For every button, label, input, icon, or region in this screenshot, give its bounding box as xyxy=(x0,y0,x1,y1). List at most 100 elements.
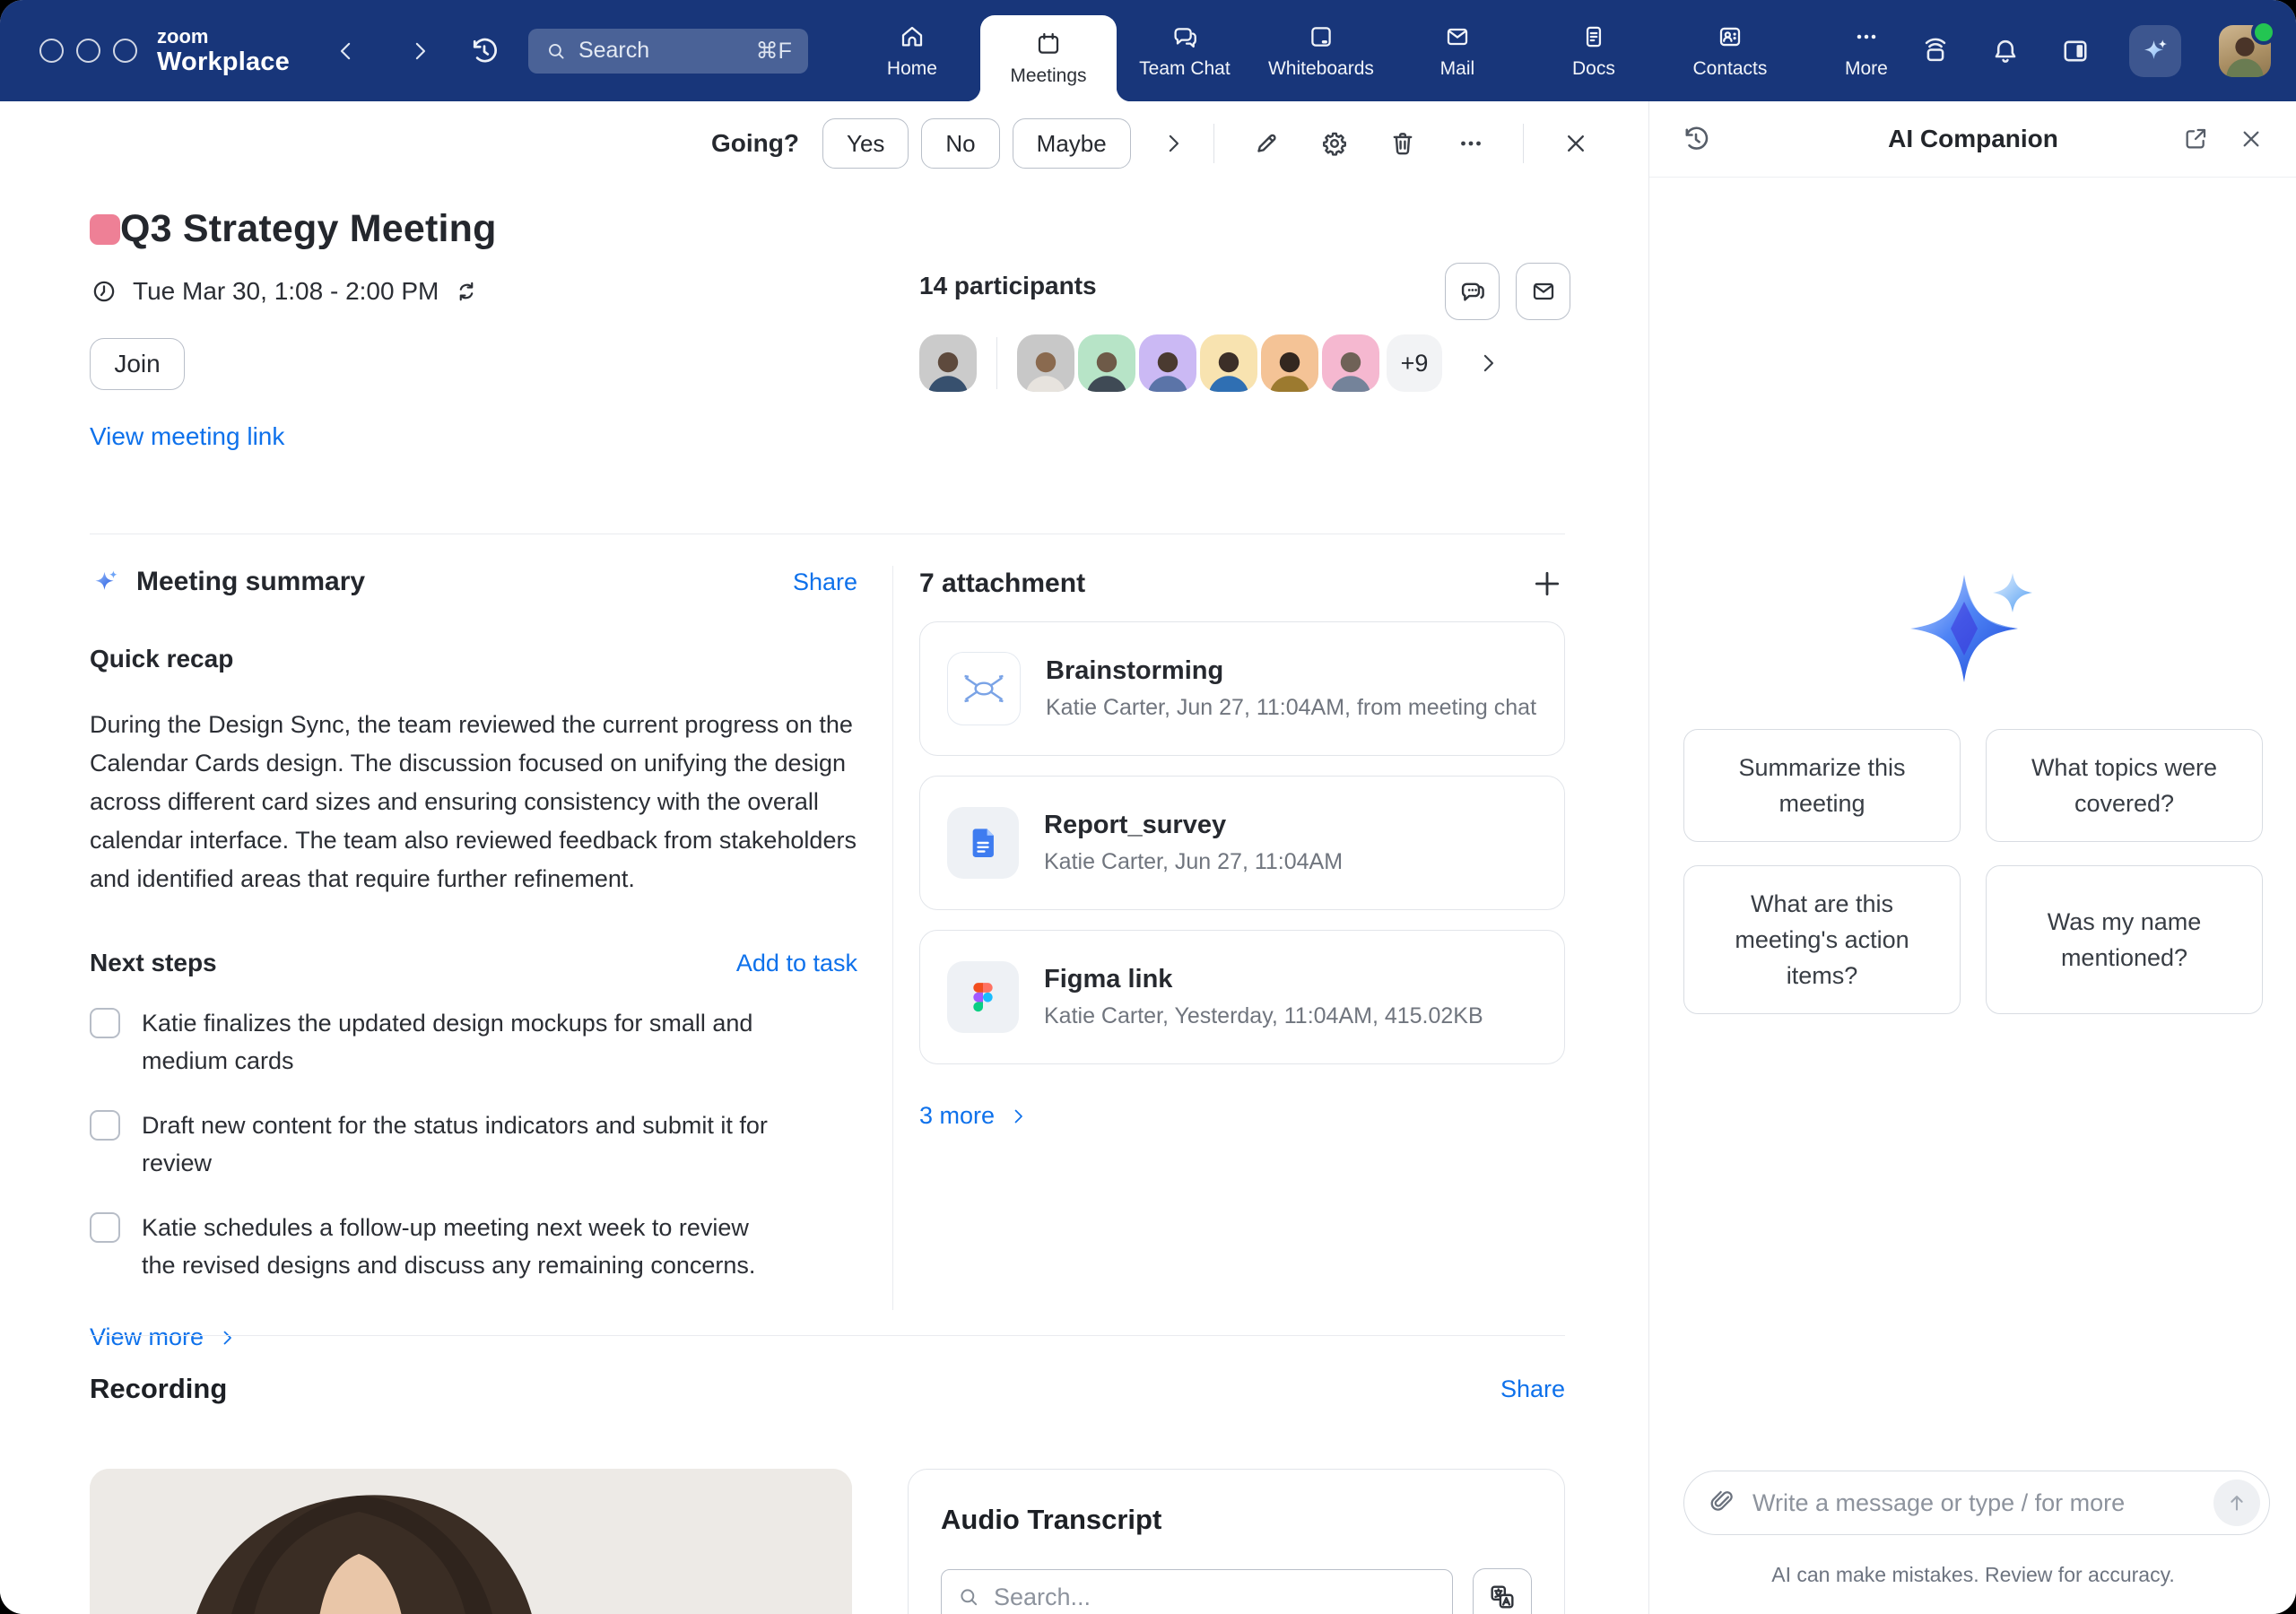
recording-video-thumbnail[interactable] xyxy=(90,1469,852,1614)
window-controls[interactable] xyxy=(39,39,137,63)
window-minimize-button[interactable] xyxy=(76,39,100,63)
connect-to-device-button[interactable] xyxy=(1919,35,1952,67)
window-close-button[interactable] xyxy=(39,39,64,63)
recurring-icon xyxy=(453,278,480,305)
attachment-card[interactable]: Brainstorming Katie Carter, Jun 27, 11:0… xyxy=(919,621,1565,756)
whiteboard-icon xyxy=(1307,22,1335,51)
attachments-title: 7 attachment xyxy=(919,568,1085,599)
attachment-card[interactable]: Report_survey Katie Carter, Jun 27, 11:0… xyxy=(919,776,1565,910)
forward-button[interactable] xyxy=(404,36,435,66)
more-attachments-link[interactable]: 3 more xyxy=(919,1102,1565,1130)
logo-workplace-text: Workplace xyxy=(157,49,290,75)
attachment-meta: Katie Carter, Jun 27, 11:04AM xyxy=(1044,849,1343,875)
more-options-button[interactable] xyxy=(1446,118,1496,169)
join-meeting-button[interactable]: Join xyxy=(90,338,185,390)
tab-meetings-label: Meetings xyxy=(1010,65,1086,87)
participant-avatar[interactable] xyxy=(1261,334,1318,392)
close-icon xyxy=(2237,125,2266,153)
ai-sparkle-icon xyxy=(2139,35,2171,67)
chat-with-participants-button[interactable] xyxy=(1445,263,1500,320)
person-silhouette-icon xyxy=(1200,340,1257,392)
global-search-input[interactable]: Search ⌘F xyxy=(528,29,808,74)
participant-avatar[interactable] xyxy=(1078,334,1135,392)
participants-avatars[interactable]: +9 xyxy=(919,334,1501,392)
notifications-button[interactable] xyxy=(1989,35,2022,67)
share-summary-link[interactable]: Share xyxy=(793,568,857,596)
screen-cast-icon xyxy=(1919,35,1952,67)
host-avatar[interactable] xyxy=(919,334,977,392)
task-text: Draft new content for the status indicat… xyxy=(142,1106,770,1182)
ai-message-input[interactable] xyxy=(1751,1488,2213,1518)
ai-sparkle-logo xyxy=(1901,568,2045,693)
ai-popout-button[interactable] xyxy=(2181,125,2210,153)
ai-history-button[interactable] xyxy=(1680,123,1712,155)
tab-contacts[interactable]: Contacts xyxy=(1662,0,1798,101)
chip-name-mentioned[interactable]: Was my name mentioned? xyxy=(1986,865,2263,1014)
tab-mail[interactable]: Mail xyxy=(1389,0,1526,101)
participant-avatar[interactable] xyxy=(1017,334,1074,392)
meeting-settings-button[interactable] xyxy=(1309,118,1360,169)
back-button[interactable] xyxy=(331,36,361,66)
participant-avatar[interactable] xyxy=(1139,334,1196,392)
document-file-icon xyxy=(947,807,1019,879)
search-shortcut: ⌘F xyxy=(756,38,792,65)
translate-button[interactable] xyxy=(1473,1568,1532,1614)
tab-docs[interactable]: Docs xyxy=(1526,0,1662,101)
ai-close-button[interactable] xyxy=(2237,125,2266,153)
participants-overflow-chip[interactable]: +9 xyxy=(1387,334,1442,392)
transcript-search-field[interactable] xyxy=(941,1569,1453,1614)
next-step-item: Draft new content for the status indicat… xyxy=(90,1106,857,1182)
chip-summarize-meeting[interactable]: Summarize this meeting xyxy=(1683,729,1961,842)
chip-topics-covered[interactable]: What topics were covered? xyxy=(1986,729,2263,842)
email-participants-button[interactable] xyxy=(1516,263,1570,320)
logo-zoom-text: zoom xyxy=(157,27,290,47)
ai-sparkle-icon xyxy=(90,566,122,598)
send-message-button[interactable] xyxy=(2213,1480,2260,1526)
task-checkbox[interactable] xyxy=(90,1212,120,1243)
user-avatar[interactable] xyxy=(2219,25,2271,77)
tab-whiteboards[interactable]: Whiteboards xyxy=(1253,0,1389,101)
participant-avatar[interactable] xyxy=(1200,334,1257,392)
task-checkbox[interactable] xyxy=(90,1008,120,1038)
add-to-task-link[interactable]: Add to task xyxy=(736,950,857,977)
view-more-link[interactable]: View more xyxy=(90,1323,857,1351)
mindmap-icon xyxy=(954,659,1013,718)
participant-avatar[interactable] xyxy=(1322,334,1379,392)
search-icon xyxy=(544,39,568,63)
rsvp-maybe-button[interactable]: Maybe xyxy=(1013,118,1131,169)
ai-suggestion-chips: Summarize this meeting What topics were … xyxy=(1683,729,2263,1014)
tab-team-chat[interactable]: Team Chat xyxy=(1117,0,1253,101)
rsvp-more-button[interactable] xyxy=(1160,130,1187,157)
rsvp-buttons: Yes No Maybe xyxy=(822,118,1131,169)
participants-expand-button[interactable] xyxy=(1474,350,1501,377)
history-button[interactable] xyxy=(467,34,501,68)
task-checkbox[interactable] xyxy=(90,1110,120,1141)
ai-message-composer[interactable] xyxy=(1683,1471,2270,1535)
add-attachment-button[interactable] xyxy=(1529,566,1565,602)
column-divider xyxy=(892,566,893,1310)
close-detail-button[interactable] xyxy=(1551,118,1601,169)
tab-team-chat-label: Team Chat xyxy=(1139,58,1231,80)
team-chat-icon xyxy=(1170,22,1199,51)
pencil-icon xyxy=(1251,128,1282,159)
view-meeting-link[interactable]: View meeting link xyxy=(90,422,284,451)
side-panel-toggle-button[interactable] xyxy=(2059,35,2092,67)
delete-meeting-button[interactable] xyxy=(1378,118,1428,169)
attachment-name: Report_survey xyxy=(1044,811,1343,840)
person-silhouette-icon xyxy=(1139,340,1196,392)
chip-action-items[interactable]: What are this meeting's action items? xyxy=(1683,865,1961,1014)
window-zoom-button[interactable] xyxy=(113,39,137,63)
share-recording-link[interactable]: Share xyxy=(1500,1375,1565,1403)
tab-more[interactable]: More xyxy=(1798,0,1935,101)
transcript-search-input[interactable] xyxy=(992,1583,1438,1612)
rsvp-yes-button[interactable]: Yes xyxy=(822,118,909,169)
tab-home[interactable]: Home xyxy=(844,0,980,101)
attachment-card[interactable]: Figma link Katie Carter, Yesterday, 11:0… xyxy=(919,930,1565,1064)
ai-companion-button[interactable] xyxy=(2129,25,2181,77)
toolbar-divider xyxy=(1523,124,1524,163)
attachment-meta: Katie Carter, Jun 27, 11:04AM, from meet… xyxy=(1046,695,1536,721)
tab-meetings[interactable]: Meetings xyxy=(980,15,1117,101)
quick-recap-title: Quick recap xyxy=(90,645,857,673)
edit-meeting-button[interactable] xyxy=(1241,118,1292,169)
rsvp-no-button[interactable]: No xyxy=(921,118,999,169)
